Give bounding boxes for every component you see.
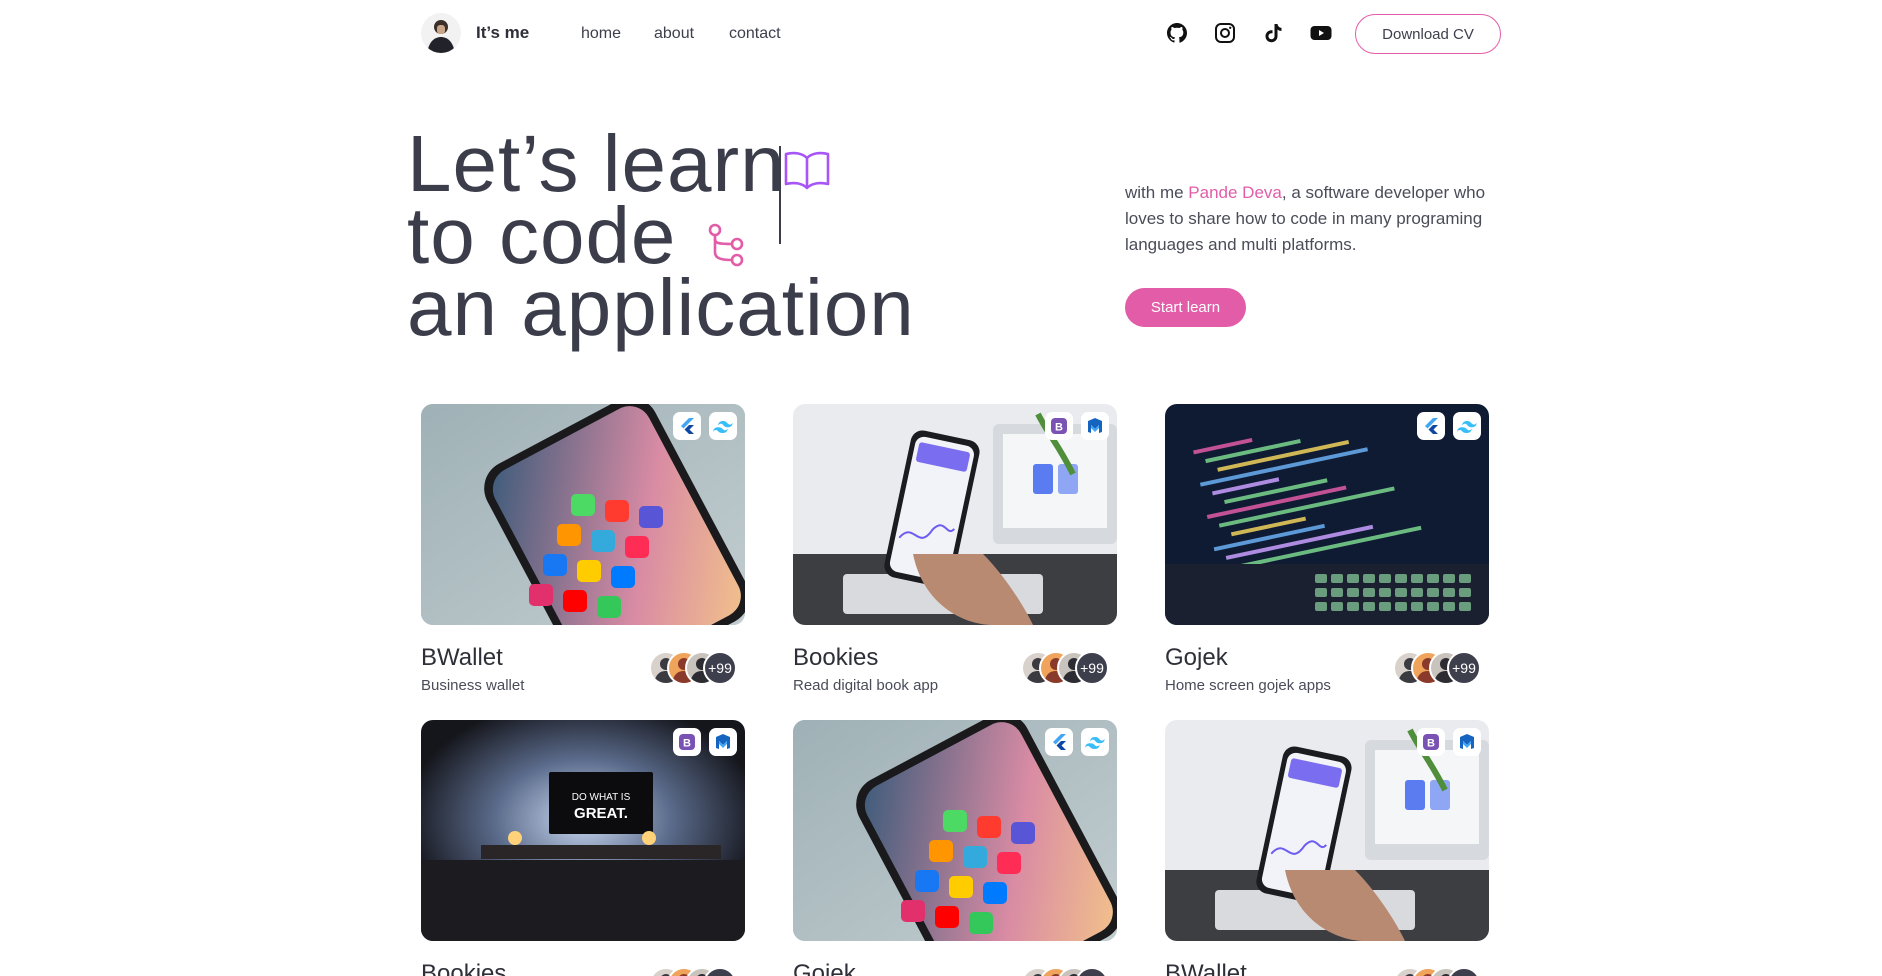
project-card[interactable]: Gojek Home screen gojek apps +99 bbox=[1165, 404, 1489, 694]
project-title[interactable]: Bookies bbox=[793, 644, 878, 672]
author-name[interactable]: Pande Deva bbox=[1188, 183, 1282, 202]
profile-avatar[interactable] bbox=[421, 13, 461, 53]
svg-text:B: B bbox=[683, 738, 691, 750]
youtube-icon[interactable] bbox=[1309, 21, 1333, 45]
bootstrap-icon: B bbox=[673, 728, 701, 756]
flutter-icon bbox=[673, 412, 701, 440]
project-image[interactable] bbox=[793, 720, 1117, 941]
hero-divider bbox=[779, 146, 781, 244]
project-subtitle: Business wallet bbox=[421, 677, 525, 694]
book-icon bbox=[782, 148, 832, 192]
monitor-text-line-1: DO WHAT IS bbox=[572, 792, 631, 803]
project-image[interactable]: B bbox=[1165, 720, 1489, 941]
bootstrap-icon: B bbox=[1045, 412, 1073, 440]
flutter-icon bbox=[1417, 412, 1445, 440]
instagram-icon[interactable] bbox=[1213, 21, 1237, 45]
project-card[interactable]: Gojek bbox=[793, 720, 1117, 976]
project-image[interactable] bbox=[1165, 404, 1489, 625]
project-card[interactable]: B BWallet bbox=[1165, 720, 1489, 976]
tailwind-icon bbox=[1081, 728, 1109, 756]
project-title[interactable]: BWallet bbox=[1165, 960, 1247, 976]
member-avatars: +99 bbox=[1021, 651, 1117, 685]
member-avatars bbox=[1393, 967, 1489, 976]
bootstrap-icon: B bbox=[1417, 728, 1445, 756]
project-image[interactable]: DO WHAT IS GREAT. B bbox=[421, 720, 745, 941]
hero-desc-prefix: with me bbox=[1125, 183, 1189, 202]
git-branch-icon bbox=[706, 222, 746, 268]
nav-link-about[interactable]: about bbox=[654, 25, 694, 43]
material-icon bbox=[1081, 412, 1109, 440]
member-avatars: +99 bbox=[1393, 651, 1489, 685]
brand-name[interactable]: It’s me bbox=[476, 23, 529, 43]
member-avatars bbox=[1021, 967, 1117, 976]
nav-link-contact[interactable]: contact bbox=[729, 25, 781, 43]
members-more-badge[interactable]: +99 bbox=[1447, 651, 1481, 685]
project-card[interactable]: BWallet Business wallet +99 bbox=[421, 404, 745, 694]
project-image[interactable]: B bbox=[793, 404, 1117, 625]
project-card[interactable]: B Bookies Read digital book app +99 bbox=[793, 404, 1117, 694]
github-icon[interactable] bbox=[1165, 21, 1189, 45]
members-more-badge[interactable]: +99 bbox=[1075, 651, 1109, 685]
project-title[interactable]: Bookies bbox=[421, 960, 506, 976]
project-title[interactable]: BWallet bbox=[421, 644, 503, 672]
start-learn-button[interactable]: Start learn bbox=[1125, 288, 1246, 327]
material-icon bbox=[709, 728, 737, 756]
hero-description: with me Pande Deva, a software developer… bbox=[1125, 180, 1505, 258]
tailwind-icon bbox=[709, 412, 737, 440]
project-subtitle: Home screen gojek apps bbox=[1165, 677, 1331, 694]
member-avatars: +99 bbox=[649, 651, 745, 685]
flutter-icon bbox=[1045, 728, 1073, 756]
project-title[interactable]: Gojek bbox=[1165, 644, 1228, 672]
project-image[interactable] bbox=[421, 404, 745, 625]
top-nav: It’s me home about contact Download CV bbox=[0, 0, 1882, 68]
project-subtitle: Read digital book app bbox=[793, 677, 939, 694]
material-icon bbox=[1453, 728, 1481, 756]
project-title[interactable]: Gojek bbox=[793, 960, 856, 976]
monitor-text-line-2: GREAT. bbox=[574, 805, 628, 822]
download-cv-button[interactable]: Download CV bbox=[1355, 14, 1501, 54]
tailwind-icon bbox=[1453, 412, 1481, 440]
svg-text:B: B bbox=[1427, 738, 1435, 750]
svg-text:B: B bbox=[1055, 422, 1063, 434]
members-more-badge[interactable]: +99 bbox=[703, 651, 737, 685]
hero-heading-line-3: an application bbox=[407, 263, 915, 352]
nav-link-home[interactable]: home bbox=[581, 25, 621, 43]
project-card[interactable]: DO WHAT IS GREAT. B Bookies bbox=[421, 720, 745, 976]
member-avatars bbox=[649, 967, 745, 976]
tiktok-icon[interactable] bbox=[1261, 21, 1285, 45]
